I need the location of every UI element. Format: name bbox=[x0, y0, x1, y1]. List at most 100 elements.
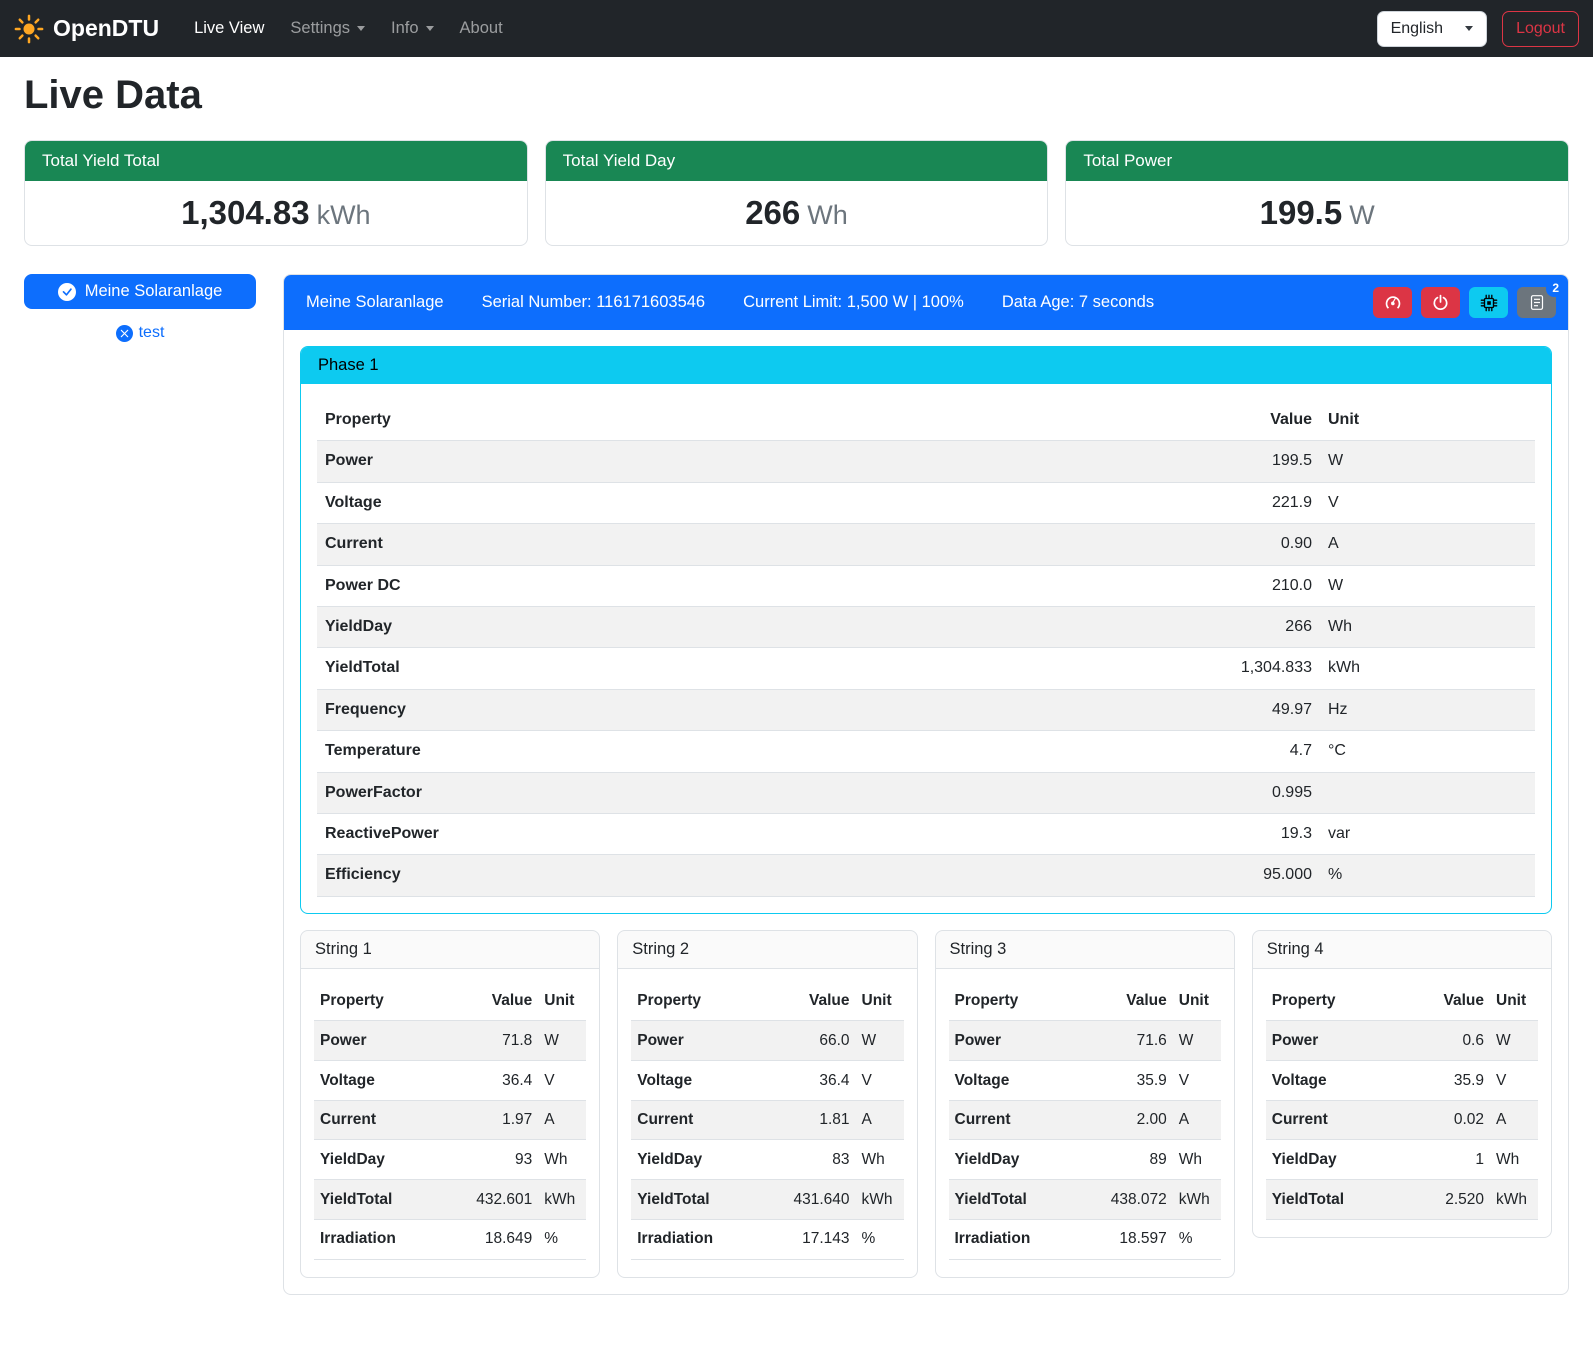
event-log-button[interactable]: 2 bbox=[1517, 287, 1556, 318]
chevron-down-icon bbox=[426, 26, 434, 31]
row-unit: V bbox=[538, 1061, 586, 1101]
sidebar-item-test[interactable]: test bbox=[24, 324, 256, 342]
row-unit: % bbox=[1320, 855, 1535, 896]
inverter-limit: Current Limit: 1,500 W | 100% bbox=[743, 293, 964, 312]
table-row: Current1.97A bbox=[314, 1100, 586, 1140]
row-unit: Hz bbox=[1320, 689, 1535, 730]
brand-link[interactable]: OpenDTU bbox=[14, 14, 159, 44]
row-value: 49.97 bbox=[917, 689, 1320, 730]
row-property: Power bbox=[631, 1021, 757, 1061]
row-unit: kWh bbox=[856, 1180, 904, 1220]
row-property: YieldDay bbox=[949, 1140, 1075, 1180]
table-header-row: Property Value Unit bbox=[314, 982, 586, 1021]
table-row: Irradiation18.649% bbox=[314, 1219, 586, 1259]
row-unit: V bbox=[1173, 1061, 1221, 1101]
row-value: 0.02 bbox=[1404, 1100, 1490, 1140]
row-property: Voltage bbox=[949, 1061, 1075, 1101]
table-row: Voltage35.9V bbox=[949, 1061, 1221, 1101]
row-value: 210.0 bbox=[917, 565, 1320, 606]
row-property: Current bbox=[631, 1100, 757, 1140]
row-unit: % bbox=[538, 1219, 586, 1259]
row-value: 71.6 bbox=[1075, 1021, 1173, 1061]
row-property: Voltage bbox=[317, 482, 917, 523]
x-circle-icon[interactable] bbox=[116, 325, 133, 342]
sidebar-test-label[interactable]: test bbox=[139, 324, 165, 342]
language-selected-value: English bbox=[1391, 20, 1443, 38]
row-property: Voltage bbox=[631, 1061, 757, 1101]
sidebar: Meine Solaranlage test bbox=[24, 274, 256, 342]
summary-card-title: Total Yield Day bbox=[546, 141, 1048, 181]
row-property: Temperature bbox=[317, 731, 917, 772]
column-header-unit: Unit bbox=[1173, 982, 1221, 1021]
row-value: 89 bbox=[1075, 1140, 1173, 1180]
sidebar-item-label: Meine Solaranlage bbox=[85, 282, 223, 301]
row-value: 0.995 bbox=[917, 772, 1320, 813]
table-row: PowerFactor0.995 bbox=[317, 772, 1535, 813]
nav-settings[interactable]: Settings bbox=[277, 11, 378, 46]
table-header-row: Property Value Unit bbox=[1266, 982, 1538, 1021]
row-property: Irradiation bbox=[949, 1219, 1075, 1259]
row-value: 18.597 bbox=[1075, 1219, 1173, 1259]
row-property: YieldDay bbox=[317, 606, 917, 647]
speedometer-icon bbox=[1384, 294, 1402, 312]
row-value: 438.072 bbox=[1075, 1180, 1173, 1220]
row-property: Irradiation bbox=[314, 1219, 440, 1259]
table-row: Irradiation17.143% bbox=[631, 1219, 903, 1259]
row-property: YieldTotal bbox=[317, 648, 917, 689]
column-header-property: Property bbox=[631, 982, 757, 1021]
row-unit: W bbox=[1320, 441, 1535, 482]
limit-settings-button[interactable] bbox=[1373, 287, 1412, 318]
summary-card-unit: W bbox=[1349, 200, 1374, 230]
nav-settings-label: Settings bbox=[290, 19, 350, 38]
table-row: YieldDay93Wh bbox=[314, 1140, 586, 1180]
column-header-value: Value bbox=[440, 982, 538, 1021]
summary-card-total-power: Total Power 199.5W bbox=[1065, 140, 1569, 246]
table-row: Voltage36.4V bbox=[314, 1061, 586, 1101]
row-value: 0.90 bbox=[917, 524, 1320, 565]
column-header-unit: Unit bbox=[1320, 400, 1535, 441]
power-button[interactable] bbox=[1421, 287, 1460, 318]
row-value: 1,304.833 bbox=[917, 648, 1320, 689]
row-unit: A bbox=[538, 1100, 586, 1140]
row-value: 266 bbox=[917, 606, 1320, 647]
string-card-body: Property Value Unit Power71.8WVoltage36.… bbox=[301, 969, 599, 1277]
row-unit: W bbox=[1173, 1021, 1221, 1061]
row-value: 432.601 bbox=[440, 1180, 538, 1220]
row-unit: V bbox=[1320, 482, 1535, 523]
language-select[interactable]: English bbox=[1377, 11, 1487, 47]
string-card-1: String 1 Property Value Unit bbox=[300, 930, 600, 1278]
row-property: Current bbox=[317, 524, 917, 565]
nav-info[interactable]: Info bbox=[378, 11, 447, 46]
table-row: Power71.8W bbox=[314, 1021, 586, 1061]
phase-card-title: Phase 1 bbox=[301, 347, 1551, 384]
table-row: Efficiency95.000% bbox=[317, 855, 1535, 896]
column-header-value: Value bbox=[917, 400, 1320, 441]
summary-card-unit: kWh bbox=[317, 200, 371, 230]
inverter-actions: 2 bbox=[1373, 287, 1556, 318]
inverter-card-body: Phase 1 Property Value Unit Power199.5WV… bbox=[284, 330, 1568, 1294]
device-info-button[interactable] bbox=[1469, 287, 1508, 318]
row-value: 1.81 bbox=[758, 1100, 856, 1140]
table-row: YieldTotal438.072kWh bbox=[949, 1180, 1221, 1220]
table-row: Current2.00A bbox=[949, 1100, 1221, 1140]
chevron-down-icon bbox=[1465, 26, 1473, 31]
table-header-row: Property Value Unit bbox=[317, 400, 1535, 441]
power-icon bbox=[1432, 294, 1449, 311]
page-container: Live Data Total Yield Total 1,304.83kWh … bbox=[0, 73, 1593, 1319]
row-property: YieldDay bbox=[1266, 1140, 1404, 1180]
column-header-value: Value bbox=[1404, 982, 1490, 1021]
logout-button[interactable]: Logout bbox=[1502, 11, 1579, 47]
sidebar-item-inverter[interactable]: Meine Solaranlage bbox=[24, 274, 256, 309]
row-unit: W bbox=[856, 1021, 904, 1061]
nav-about[interactable]: About bbox=[447, 11, 516, 46]
row-value: 17.143 bbox=[758, 1219, 856, 1259]
inverter-card: Meine Solaranlage Serial Number: 1161716… bbox=[283, 274, 1569, 1295]
nav-live-view[interactable]: Live View bbox=[181, 11, 277, 46]
row-property: PowerFactor bbox=[317, 772, 917, 813]
strings-row: String 1 Property Value Unit bbox=[300, 930, 1552, 1278]
string-table: Property Value Unit Power71.8WVoltage36.… bbox=[314, 982, 586, 1260]
phase-card-body: Property Value Unit Power199.5WVoltage22… bbox=[301, 384, 1551, 913]
row-value: 0.6 bbox=[1404, 1021, 1490, 1061]
row-value: 431.640 bbox=[758, 1180, 856, 1220]
table-row: Voltage36.4V bbox=[631, 1061, 903, 1101]
